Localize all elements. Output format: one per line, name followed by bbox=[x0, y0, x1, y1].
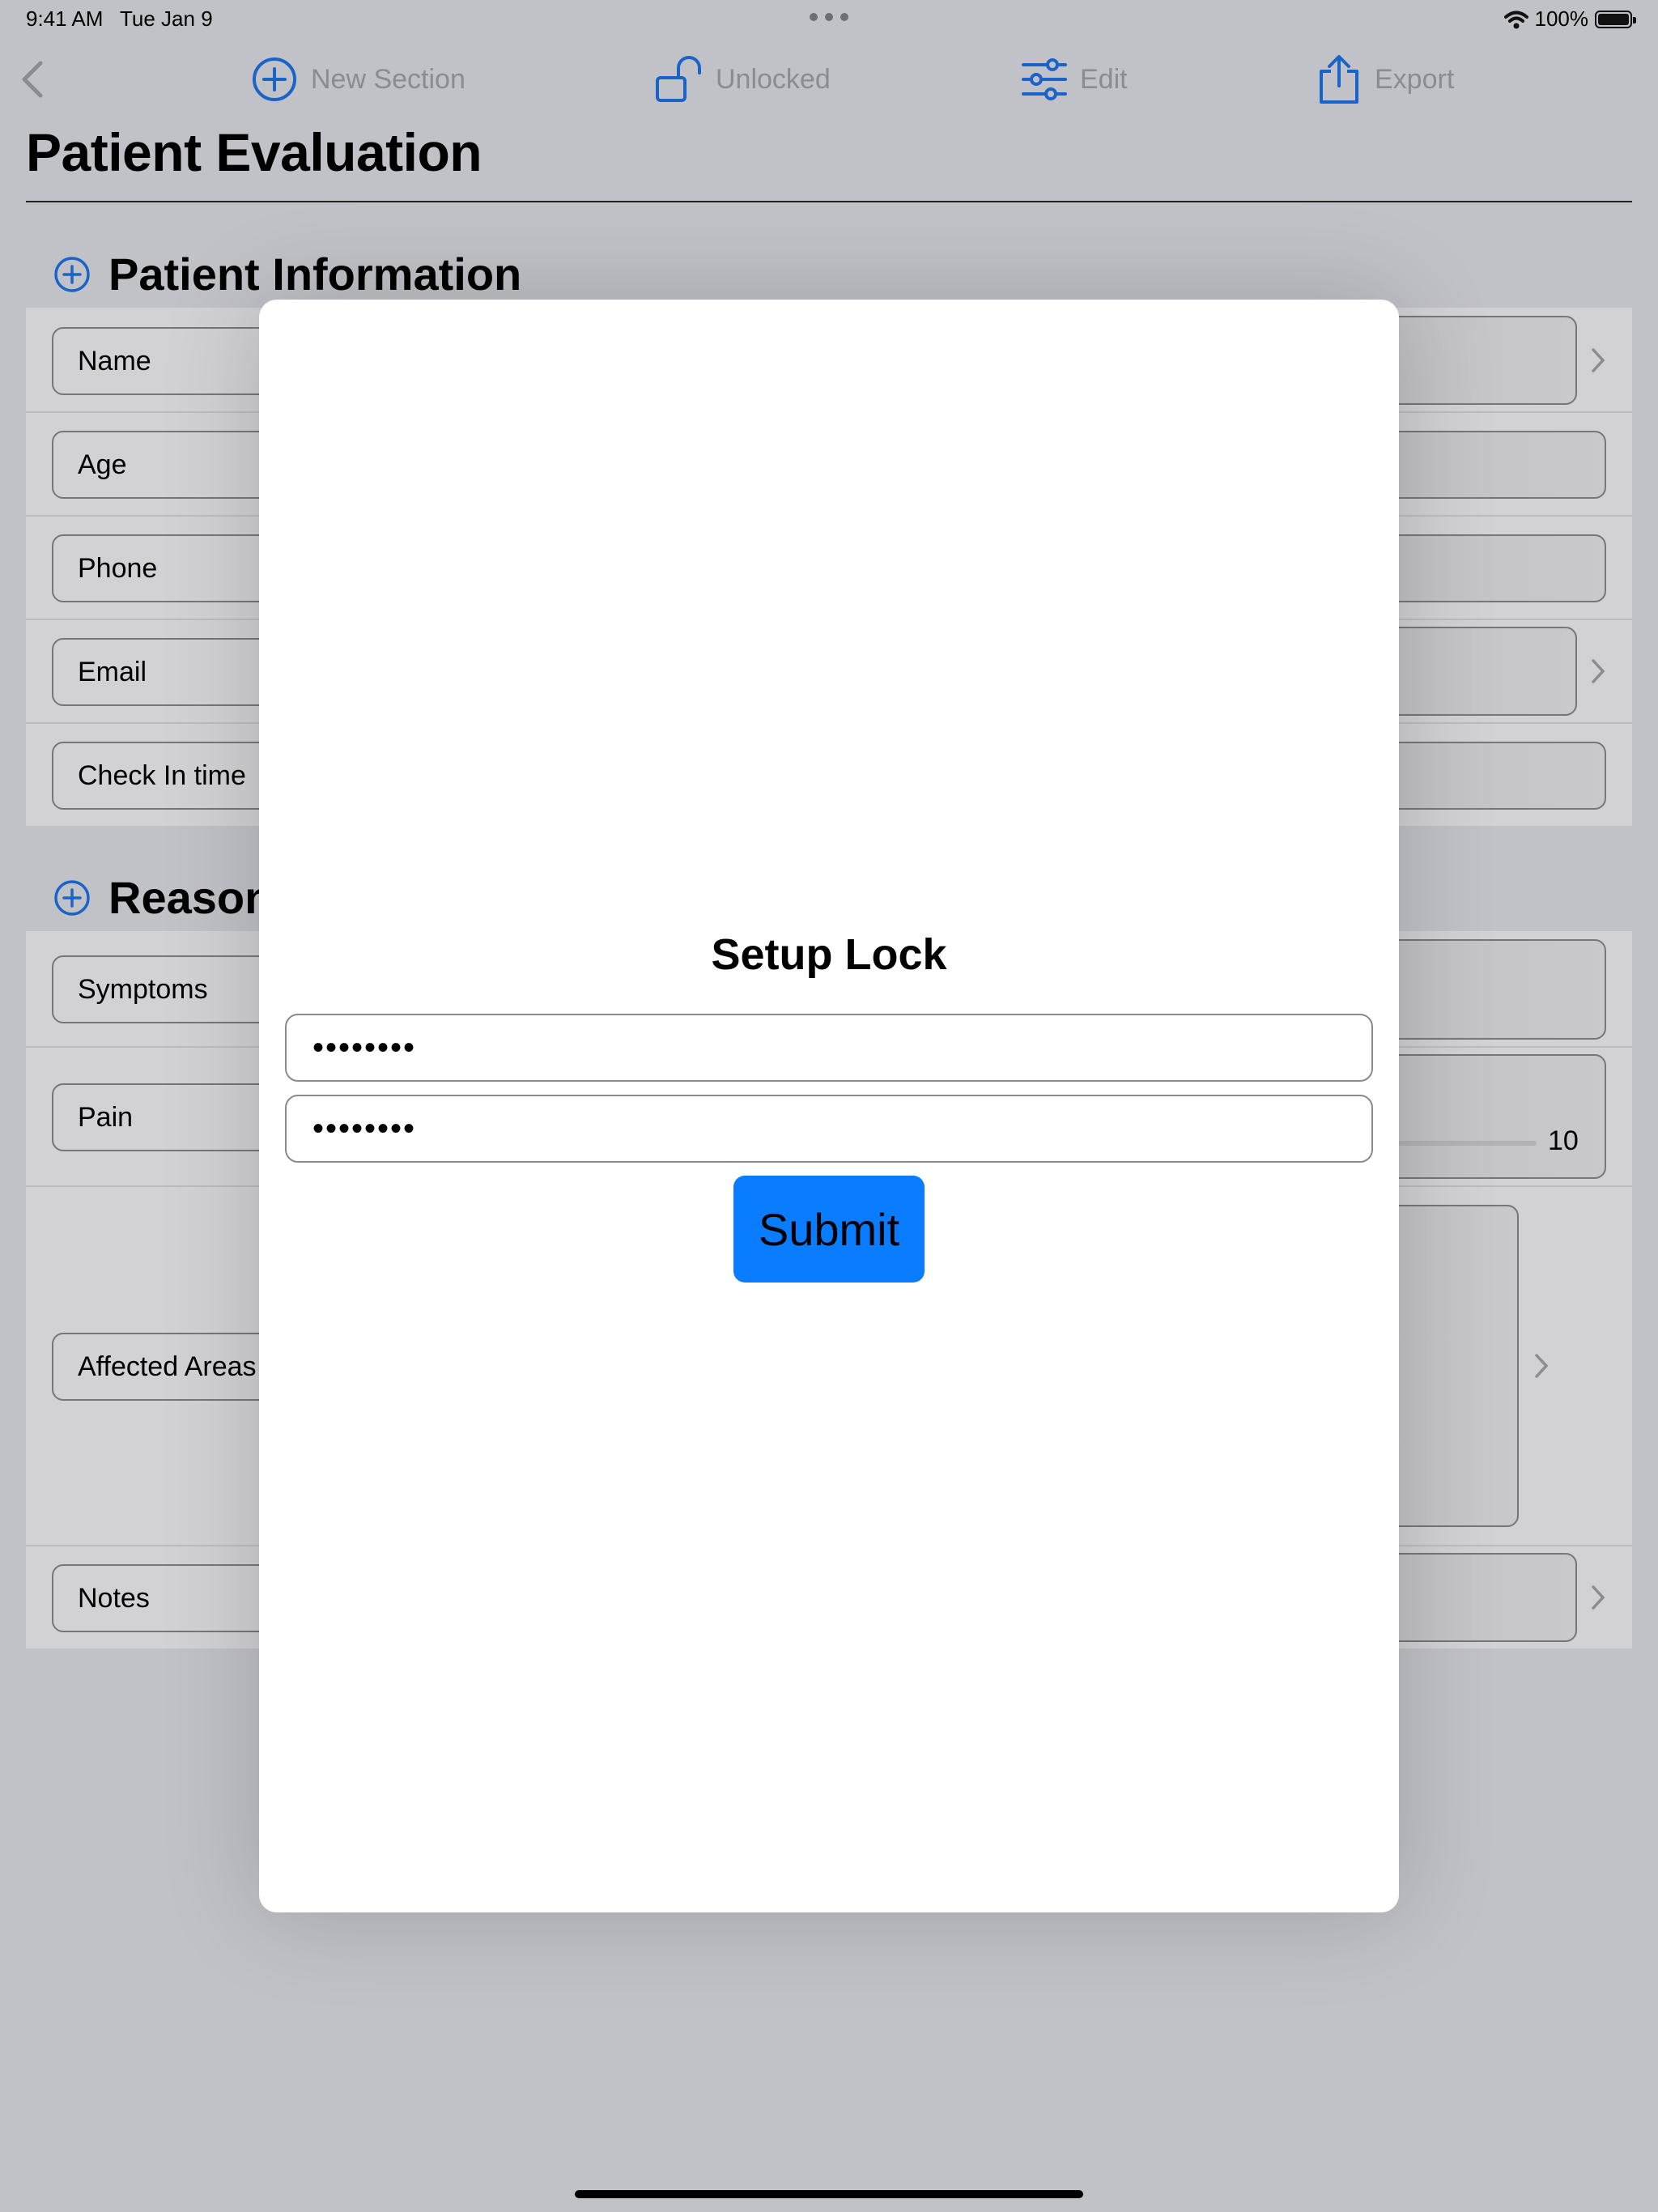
confirm-password-input[interactable]: •••••••• bbox=[285, 1095, 1373, 1163]
export-label: Export bbox=[1375, 63, 1455, 95]
status-indicators: 100% bbox=[1503, 6, 1636, 32]
setup-lock-modal: Setup Lock •••••••• •••••••• Submit bbox=[259, 300, 1399, 1912]
submit-button[interactable]: Submit bbox=[733, 1176, 925, 1283]
title-divider bbox=[26, 201, 1632, 202]
new-section-button[interactable]: New Section bbox=[251, 53, 466, 105]
section-title: Reason bbox=[108, 872, 273, 923]
share-icon bbox=[1320, 55, 1358, 104]
modal-title: Setup Lock bbox=[711, 930, 947, 979]
export-button[interactable]: Export bbox=[1316, 53, 1454, 105]
battery-icon bbox=[1595, 10, 1636, 28]
page-title: Patient Evaluation bbox=[26, 122, 483, 182]
password-input[interactable]: •••••••• bbox=[285, 1014, 1373, 1082]
pain-slider-max-label: 10 bbox=[1548, 1125, 1579, 1156]
edit-button[interactable]: Edit bbox=[1022, 53, 1128, 105]
section-header-reason: Reason bbox=[53, 871, 272, 924]
unlocked-label: Unlocked bbox=[716, 63, 831, 95]
edit-label: Edit bbox=[1080, 63, 1128, 95]
chevron-right-icon[interactable] bbox=[1590, 657, 1606, 685]
plus-circle-icon[interactable] bbox=[53, 879, 91, 917]
more-dots-icon[interactable] bbox=[810, 13, 848, 23]
battery-percent: 100% bbox=[1534, 6, 1589, 31]
chevron-right-icon[interactable] bbox=[1590, 347, 1606, 374]
plus-circle-icon bbox=[253, 57, 296, 101]
section-header-patient-information: Patient Information bbox=[53, 248, 521, 300]
chevron-right-icon[interactable] bbox=[1533, 1352, 1550, 1380]
status-date: Tue Jan 9 bbox=[120, 6, 213, 31]
new-section-label: New Section bbox=[311, 63, 466, 95]
home-indicator[interactable] bbox=[575, 2190, 1083, 2198]
status-time: 9:41 AM bbox=[26, 6, 104, 31]
pain-slider-track[interactable] bbox=[1397, 1141, 1537, 1146]
section-title: Patient Information bbox=[108, 249, 522, 300]
chevron-left-icon[interactable] bbox=[18, 58, 47, 100]
unlocked-button[interactable]: Unlocked bbox=[654, 53, 831, 105]
plus-circle-icon[interactable] bbox=[53, 256, 91, 293]
wifi-icon bbox=[1503, 11, 1528, 28]
sliders-icon bbox=[1022, 58, 1067, 100]
chevron-right-icon[interactable] bbox=[1590, 1584, 1606, 1611]
unlock-icon bbox=[656, 56, 701, 102]
